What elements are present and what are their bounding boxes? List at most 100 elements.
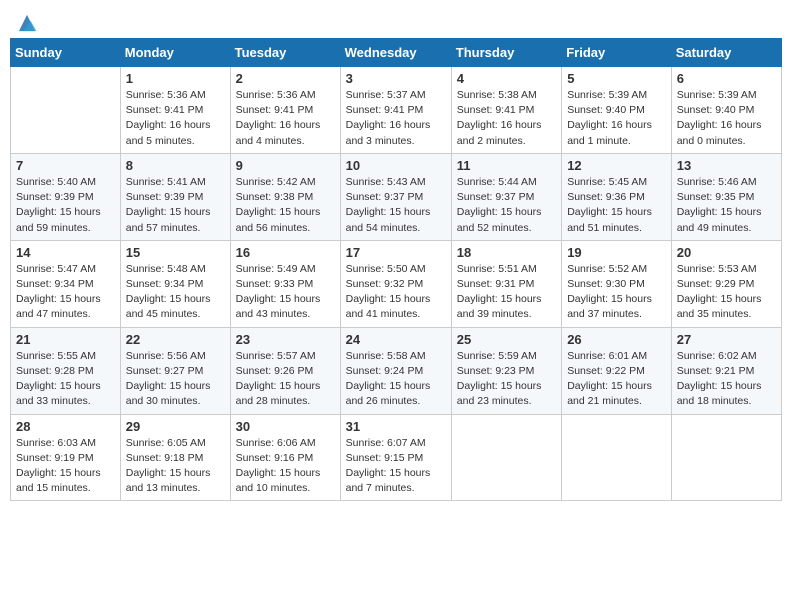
day-number: 6 <box>677 71 776 86</box>
day-number: 4 <box>457 71 556 86</box>
calendar-cell: 7 Sunrise: 5:40 AM Sunset: 9:39 PM Daylig… <box>11 153 121 240</box>
calendar-cell: 25 Sunrise: 5:59 AM Sunset: 9:23 PM Dayli… <box>451 327 561 414</box>
day-info: Sunrise: 5:51 AM Sunset: 9:31 PM Dayligh… <box>457 262 556 323</box>
calendar-cell: 28 Sunrise: 6:03 AM Sunset: 9:19 PM Dayli… <box>11 414 121 501</box>
calendar-cell: 5 Sunrise: 5:39 AM Sunset: 9:40 PM Daylig… <box>562 67 672 154</box>
day-info: Sunrise: 5:59 AM Sunset: 9:23 PM Dayligh… <box>457 349 556 410</box>
calendar-cell <box>451 414 561 501</box>
calendar-cell: 3 Sunrise: 5:37 AM Sunset: 9:41 PM Daylig… <box>340 67 451 154</box>
day-number: 14 <box>16 245 115 260</box>
day-info: Sunrise: 5:46 AM Sunset: 9:35 PM Dayligh… <box>677 175 776 236</box>
day-number: 27 <box>677 332 776 347</box>
calendar-header-row: SundayMondayTuesdayWednesdayThursdayFrid… <box>11 39 782 67</box>
calendar-week-row: 7 Sunrise: 5:40 AM Sunset: 9:39 PM Daylig… <box>11 153 782 240</box>
calendar-cell: 23 Sunrise: 5:57 AM Sunset: 9:26 PM Dayli… <box>230 327 340 414</box>
day-info: Sunrise: 6:06 AM Sunset: 9:16 PM Dayligh… <box>236 436 335 497</box>
day-info: Sunrise: 5:43 AM Sunset: 9:37 PM Dayligh… <box>346 175 446 236</box>
day-number: 18 <box>457 245 556 260</box>
day-info: Sunrise: 5:39 AM Sunset: 9:40 PM Dayligh… <box>567 88 666 149</box>
day-info: Sunrise: 5:36 AM Sunset: 9:41 PM Dayligh… <box>126 88 225 149</box>
day-number: 17 <box>346 245 446 260</box>
day-number: 2 <box>236 71 335 86</box>
day-info: Sunrise: 5:38 AM Sunset: 9:41 PM Dayligh… <box>457 88 556 149</box>
day-number: 22 <box>126 332 225 347</box>
day-info: Sunrise: 5:58 AM Sunset: 9:24 PM Dayligh… <box>346 349 446 410</box>
day-info: Sunrise: 5:37 AM Sunset: 9:41 PM Dayligh… <box>346 88 446 149</box>
day-number: 11 <box>457 158 556 173</box>
day-info: Sunrise: 5:49 AM Sunset: 9:33 PM Dayligh… <box>236 262 335 323</box>
calendar-header-tuesday: Tuesday <box>230 39 340 67</box>
calendar-cell: 31 Sunrise: 6:07 AM Sunset: 9:15 PM Dayli… <box>340 414 451 501</box>
day-info: Sunrise: 5:57 AM Sunset: 9:26 PM Dayligh… <box>236 349 335 410</box>
day-number: 12 <box>567 158 666 173</box>
day-number: 26 <box>567 332 666 347</box>
day-info: Sunrise: 5:56 AM Sunset: 9:27 PM Dayligh… <box>126 349 225 410</box>
day-number: 3 <box>346 71 446 86</box>
day-info: Sunrise: 5:41 AM Sunset: 9:39 PM Dayligh… <box>126 175 225 236</box>
day-number: 10 <box>346 158 446 173</box>
calendar-cell: 13 Sunrise: 5:46 AM Sunset: 9:35 PM Dayli… <box>671 153 781 240</box>
day-info: Sunrise: 5:45 AM Sunset: 9:36 PM Dayligh… <box>567 175 666 236</box>
day-number: 13 <box>677 158 776 173</box>
calendar-cell: 1 Sunrise: 5:36 AM Sunset: 9:41 PM Daylig… <box>120 67 230 154</box>
day-info: Sunrise: 5:50 AM Sunset: 9:32 PM Dayligh… <box>346 262 446 323</box>
day-number: 15 <box>126 245 225 260</box>
calendar-cell: 21 Sunrise: 5:55 AM Sunset: 9:28 PM Dayli… <box>11 327 121 414</box>
calendar-cell: 22 Sunrise: 5:56 AM Sunset: 9:27 PM Dayli… <box>120 327 230 414</box>
day-info: Sunrise: 5:47 AM Sunset: 9:34 PM Dayligh… <box>16 262 115 323</box>
day-info: Sunrise: 5:40 AM Sunset: 9:39 PM Dayligh… <box>16 175 115 236</box>
calendar-header-friday: Friday <box>562 39 672 67</box>
calendar-cell <box>11 67 121 154</box>
calendar-week-row: 28 Sunrise: 6:03 AM Sunset: 9:19 PM Dayli… <box>11 414 782 501</box>
day-number: 30 <box>236 419 335 434</box>
day-info: Sunrise: 5:55 AM Sunset: 9:28 PM Dayligh… <box>16 349 115 410</box>
day-info: Sunrise: 5:44 AM Sunset: 9:37 PM Dayligh… <box>457 175 556 236</box>
calendar-cell: 19 Sunrise: 5:52 AM Sunset: 9:30 PM Dayli… <box>562 240 672 327</box>
calendar-header-monday: Monday <box>120 39 230 67</box>
calendar-header-thursday: Thursday <box>451 39 561 67</box>
day-info: Sunrise: 5:42 AM Sunset: 9:38 PM Dayligh… <box>236 175 335 236</box>
calendar-cell: 18 Sunrise: 5:51 AM Sunset: 9:31 PM Dayli… <box>451 240 561 327</box>
calendar-cell: 6Sunrise: 5:39 AM Sunset: 9:40 PM Daylig… <box>671 67 781 154</box>
calendar-cell: 29Sunrise: 6:05 AM Sunset: 9:18 PM Dayli… <box>120 414 230 501</box>
calendar-cell: 11 Sunrise: 5:44 AM Sunset: 9:37 PM Dayli… <box>451 153 561 240</box>
day-info: Sunrise: 6:03 AM Sunset: 9:19 PM Dayligh… <box>16 436 115 497</box>
day-info: Sunrise: 5:52 AM Sunset: 9:30 PM Dayligh… <box>567 262 666 323</box>
day-number: 9 <box>236 158 335 173</box>
day-info: Sunrise: 5:53 AM Sunset: 9:29 PM Dayligh… <box>677 262 776 323</box>
day-number: 7 <box>16 158 115 173</box>
day-number: 5 <box>567 71 666 86</box>
day-number: 8 <box>126 158 225 173</box>
calendar-cell: 16Sunrise: 5:49 AM Sunset: 9:33 PM Dayli… <box>230 240 340 327</box>
day-info: Sunrise: 6:07 AM Sunset: 9:15 PM Dayligh… <box>346 436 446 497</box>
page-header <box>10 10 782 30</box>
calendar-week-row: 14 Sunrise: 5:47 AM Sunset: 9:34 PM Dayli… <box>11 240 782 327</box>
day-info: Sunrise: 6:01 AM Sunset: 9:22 PM Dayligh… <box>567 349 666 410</box>
calendar-cell: 14 Sunrise: 5:47 AM Sunset: 9:34 PM Dayli… <box>11 240 121 327</box>
calendar-cell: 12 Sunrise: 5:45 AM Sunset: 9:36 PM Dayli… <box>562 153 672 240</box>
day-number: 20 <box>677 245 776 260</box>
calendar-week-row: 1 Sunrise: 5:36 AM Sunset: 9:41 PM Daylig… <box>11 67 782 154</box>
day-number: 23 <box>236 332 335 347</box>
day-number: 28 <box>16 419 115 434</box>
logo-icon <box>16 12 38 34</box>
day-info: Sunrise: 5:48 AM Sunset: 9:34 PM Dayligh… <box>126 262 225 323</box>
logo <box>14 16 38 30</box>
calendar-cell: 8 Sunrise: 5:41 AM Sunset: 9:39 PM Daylig… <box>120 153 230 240</box>
day-number: 24 <box>346 332 446 347</box>
day-number: 29 <box>126 419 225 434</box>
calendar-cell: 20 Sunrise: 5:53 AM Sunset: 9:29 PM Dayli… <box>671 240 781 327</box>
calendar-header-wednesday: Wednesday <box>340 39 451 67</box>
day-number: 25 <box>457 332 556 347</box>
day-number: 21 <box>16 332 115 347</box>
calendar-cell: 2 Sunrise: 5:36 AM Sunset: 9:41 PM Daylig… <box>230 67 340 154</box>
day-number: 19 <box>567 245 666 260</box>
calendar-cell: 17 Sunrise: 5:50 AM Sunset: 9:32 PM Dayli… <box>340 240 451 327</box>
calendar-cell: 15 Sunrise: 5:48 AM Sunset: 9:34 PM Dayli… <box>120 240 230 327</box>
day-number: 31 <box>346 419 446 434</box>
calendar-cell <box>671 414 781 501</box>
calendar-cell: 4 Sunrise: 5:38 AM Sunset: 9:41 PM Daylig… <box>451 67 561 154</box>
day-number: 1 <box>126 71 225 86</box>
day-info: Sunrise: 5:36 AM Sunset: 9:41 PM Dayligh… <box>236 88 335 149</box>
calendar-cell: 24 Sunrise: 5:58 AM Sunset: 9:24 PM Dayli… <box>340 327 451 414</box>
